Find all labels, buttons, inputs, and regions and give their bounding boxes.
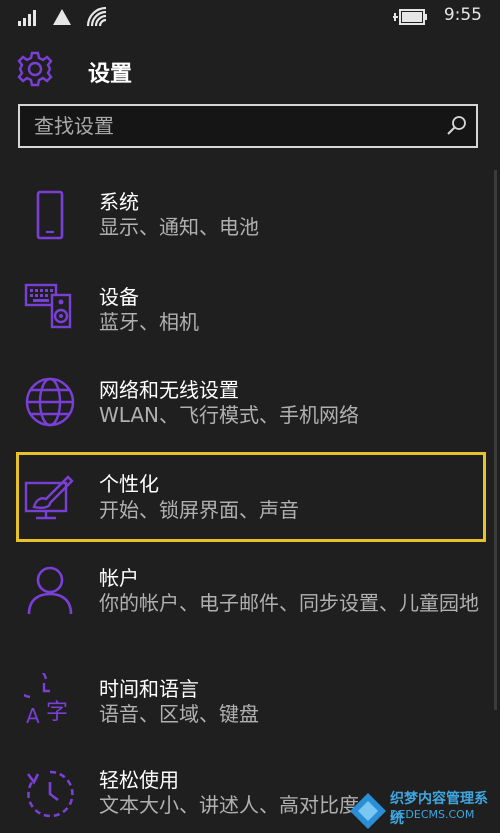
ease-of-access-icon <box>26 770 74 818</box>
search-box[interactable] <box>18 104 478 148</box>
signal-strength-icon <box>18 10 36 26</box>
search-icon[interactable] <box>444 113 470 139</box>
settings-item-label: 时间和语言 <box>99 677 199 701</box>
settings-item-time-language[interactable]: A 字 时间和语言 语音、区域、键盘 <box>16 667 486 747</box>
battery-charging-icon <box>393 9 427 25</box>
settings-item-label: 个性化 <box>99 472 159 496</box>
settings-item-label: 网络和无线设置 <box>99 378 239 402</box>
settings-item-accounts[interactable]: 帐户 你的帐户、电子邮件、同步设置、儿童园地 <box>16 556 486 656</box>
time-language-icon: A 字 <box>24 673 68 725</box>
settings-item-desc: WLAN、飞行模式、手机网络 <box>99 403 360 427</box>
settings-item-label: 帐户 <box>99 566 139 590</box>
settings-item-label: 轻松使用 <box>99 768 179 792</box>
phone-icon <box>36 190 64 240</box>
settings-item-devices[interactable]: 设备 蓝牙、相机 <box>16 275 486 355</box>
settings-item-desc: 开始、锁屏界面、声音 <box>99 498 299 522</box>
settings-item-desc: 语音、区域、键盘 <box>99 702 259 726</box>
settings-item-personalization[interactable]: 个性化 开始、锁屏界面、声音 <box>16 452 486 542</box>
svg-text:A: A <box>26 704 40 725</box>
watermark: 织梦内容管理系统 DEDECMS.COM <box>348 788 500 833</box>
status-bar: 9:55 <box>0 0 500 36</box>
scrollbar[interactable] <box>494 170 497 710</box>
settings-item-desc: 你的帐户、电子邮件、同步设置、儿童园地 <box>99 591 479 615</box>
page-header: 设置 <box>0 48 500 94</box>
settings-item-desc: 蓝牙、相机 <box>99 310 199 334</box>
settings-item-label: 系统 <box>99 190 139 214</box>
settings-item-system[interactable]: 系统 显示、通知、电池 <box>16 180 486 260</box>
clock: 9:55 <box>443 5 482 25</box>
wifi-icon <box>86 6 107 27</box>
watermark-logo-icon <box>350 793 386 829</box>
settings-item-network[interactable]: 网络和无线设置 WLAN、飞行模式、手机网络 <box>16 368 486 448</box>
settings-item-desc: 显示、通知、电池 <box>99 215 259 239</box>
page-title: 设置 <box>88 62 133 87</box>
settings-item-label: 设备 <box>99 285 139 309</box>
network-type-icon <box>53 9 71 25</box>
personalization-icon <box>24 475 74 520</box>
devices-icon <box>24 283 72 329</box>
person-icon <box>27 566 73 615</box>
svg-text:字: 字 <box>46 700 68 725</box>
gear-icon <box>17 51 53 87</box>
watermark-url: DEDECMS.COM <box>390 808 475 821</box>
globe-icon <box>25 377 75 427</box>
search-input[interactable] <box>20 106 420 146</box>
